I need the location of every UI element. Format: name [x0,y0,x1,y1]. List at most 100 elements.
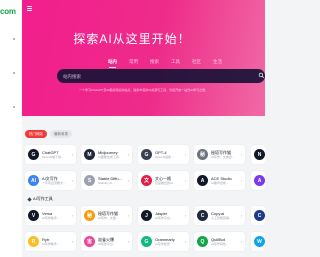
tool-desc: 百度推出的AI... [155,181,176,185]
main-content: 热门网站 最新收录 G ChatGPT OpenAI旗下的... › M Mid… [22,116,265,257]
tool-desc: AI写作助手... [42,216,60,220]
tool-icon: V [28,210,39,221]
sidebar-dot[interactable] [13,106,15,108]
chevron-right-icon: › [185,152,187,157]
search-tab[interactable]: 搜索 [150,59,159,65]
tool-desc: AI写作，文章... [98,216,119,220]
filter-chip[interactable]: 热门网站 [25,130,47,138]
tool-card[interactable]: V Versa AI写作助手... › [25,206,76,225]
tool-icon: 秘 [197,149,208,160]
tool-icon: G [28,149,39,160]
tool-card[interactable]: N [251,145,265,164]
chevron-right-icon: › [72,239,74,244]
tool-name: Grammarly [155,236,175,242]
chevron-right-icon: › [241,213,243,218]
filter-tabs: 热门网站 最新收录 [25,130,72,138]
tool-desc: OpenAI旗下的... [42,155,64,159]
tool-card[interactable]: A [251,171,265,190]
search-tabs: 站内 常用 搜索 工具 社区 生活 [108,59,222,68]
tool-card[interactable]: 秘 秘塔写作猫 AI写作，文章... › [81,206,132,225]
sidebar-dot[interactable] [13,72,15,74]
tool-name: Rytr [42,236,50,242]
tool-desc: Stability AI... [98,181,115,185]
tool-name: ChatGPT [42,149,59,155]
tool-desc: AI写作润色... [211,242,229,246]
tool-card[interactable]: C Copy.ai 人工智能营销... › [194,206,245,225]
tool-icon: 宙 [84,236,95,247]
tool-icon: G [141,236,152,247]
chevron-right-icon: › [128,239,130,244]
chevron-right-icon: › [128,213,130,218]
search-icon[interactable] [258,72,265,79]
search-tab[interactable]: 工具 [171,59,180,65]
tool-desc: AI写作平台... [155,216,173,220]
tool-icon: W [254,236,265,247]
tool-card[interactable]: G Grammarly AI写作检查... › [138,232,189,251]
tool-icon: Q [197,236,208,247]
tool-desc: AI写作检查... [155,242,173,246]
search-box [57,69,265,83]
sidebar-dot[interactable] [13,38,15,40]
chevron-right-icon: › [72,213,74,218]
tool-card[interactable]: G GPT-4 OpenAI最新... › [138,145,189,164]
tool-card[interactable]: S Stable Diffu... Stability AI... › [81,171,132,190]
tool-card[interactable]: Q QuillBot AI写作润色... › [194,232,245,251]
chevron-right-icon: › [72,152,74,157]
chevron-right-icon: › [185,178,187,183]
search-tab[interactable]: 生活 [213,59,222,65]
tool-icon: A [197,175,208,186]
tool-icon: N [254,149,265,160]
tool-name: QuillBot [211,236,226,242]
tool-desc: AI图像生成工具... [98,155,122,159]
tool-icon: M [84,149,95,160]
tool-card[interactable]: A ACE Studio AI歌声合成... › [194,171,245,190]
hero-banner: 探索AI从这里开始！ 站内 常用 搜索 工具 社区 生活 一个学习ChatGPT… [22,0,265,116]
chevron-right-icon: › [241,178,243,183]
tool-name: Jasper [155,210,168,216]
search-tab[interactable]: 站内 [108,59,117,68]
search-tab[interactable]: 常用 [129,59,138,65]
chevron-right-icon: › [128,178,130,183]
tool-card[interactable]: AI AI文写作 一字写出流畅文... › [25,171,76,190]
tool-card[interactable]: G ChatGPT OpenAI旗下的... › [25,145,76,164]
tool-desc: AI写作助手... [42,242,60,246]
section-title: AI写作工具 [27,196,53,202]
tool-icon: A [254,175,265,186]
chevron-right-icon: › [185,213,187,218]
logo[interactable]: com [0,7,16,16]
chevron-right-icon: › [128,152,130,157]
menu-icon[interactable] [27,6,32,11]
tool-card[interactable]: C [251,206,265,225]
tool-card[interactable]: 文 文心一格 百度推出的AI... › [138,171,189,190]
tool-card[interactable]: 宙 宙雀火爆 AI写作平台... › [81,232,132,251]
tool-icon: C [254,210,265,221]
tool-desc: 一字写出流畅文... [42,181,66,185]
filter-chip[interactable]: 最新收录 [50,130,72,138]
tool-card[interactable]: R Rytr AI写作助手... › [25,232,76,251]
search-tab[interactable]: 社区 [192,59,201,65]
tool-icon: AI [28,175,39,186]
section-marker-icon [27,196,32,202]
tool-name: Stable Diffu... [98,175,122,181]
tool-icon: S [84,175,95,186]
tool-icon: 秘 [84,210,95,221]
tool-icon: J [141,210,152,221]
chevron-right-icon: › [72,178,74,183]
tool-name: Versa [42,210,53,216]
tool-desc: OpenAI最新... [155,155,174,159]
tool-name: Copy.ai [211,210,225,216]
tool-icon: 文 [141,175,152,186]
tool-desc: AI写作平台... [98,242,116,246]
tool-name: GPT-4 [155,149,167,155]
tool-icon: C [197,210,208,221]
tool-card[interactable]: M Midjourney AI图像生成工具... › [81,145,132,164]
hero-title: 探索AI从这里开始！ [73,32,191,46]
tool-card[interactable]: 秘 秘塔写作猫 AI写作，文章自... › [194,145,245,164]
tool-name: Midjourney [98,149,118,155]
tool-desc: AI歌声合成... [211,181,229,185]
sidebar: com [0,0,22,257]
tool-card[interactable]: W [251,232,265,251]
search-input[interactable] [63,72,243,80]
chevron-right-icon: › [241,152,243,157]
tool-card[interactable]: J Jasper AI写作平台... › [138,206,189,225]
